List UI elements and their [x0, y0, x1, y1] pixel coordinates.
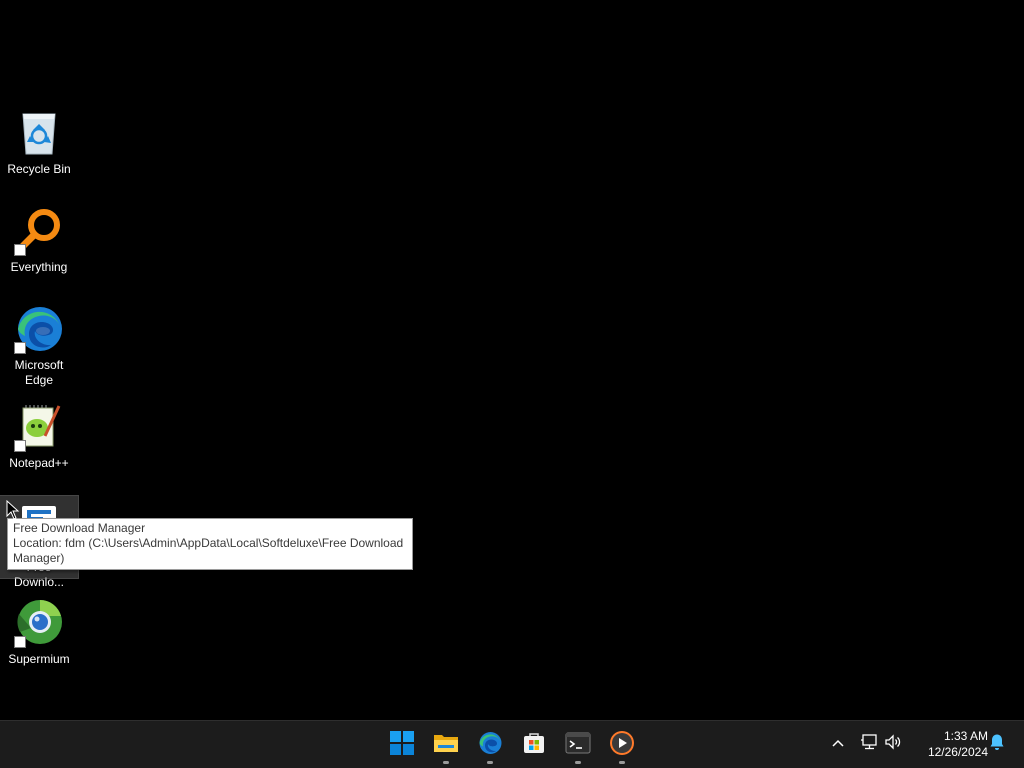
tooltip-location: Location: fdm (C:\Users\Admin\AppData\Lo…: [13, 536, 404, 565]
desktop-icon-notepad-plus-plus[interactable]: Notepad++: [0, 398, 78, 471]
desktop-icon-label: Supermium: [8, 652, 70, 666]
desktop-icon-label: Notepad++: [9, 456, 69, 470]
terminal-icon: [565, 732, 591, 759]
desktop-icon-microsoft-edge[interactable]: Microsoft Edge: [0, 300, 78, 388]
shortcut-arrow-icon: [14, 636, 26, 648]
volume-button[interactable]: [882, 733, 904, 755]
file-explorer-icon: [433, 732, 459, 759]
store-icon: [522, 731, 546, 760]
chevron-up-icon: [831, 735, 845, 753]
notepad-plus-plus-icon: [13, 402, 65, 452]
taskbar-store-button[interactable]: [514, 726, 554, 764]
edge-icon: [13, 304, 65, 354]
icon-tooltip: Free Download Manager Location: fdm (C:\…: [7, 518, 413, 570]
running-indicator: [575, 761, 581, 764]
desktop-icon-label: Microsoft Edge: [14, 358, 64, 387]
recycle-bin-icon: [13, 108, 65, 158]
running-indicator: [487, 761, 493, 764]
shortcut-arrow-icon: [14, 342, 26, 354]
running-indicator: [443, 761, 449, 764]
desktop-icon-label: Everything: [10, 260, 68, 274]
network-icon: [860, 733, 878, 755]
taskbar-media-player-button[interactable]: [602, 726, 642, 764]
taskbar-start-button[interactable]: [382, 726, 422, 764]
clock-date: 12/26/2024: [927, 745, 988, 759]
bell-icon: [989, 733, 1005, 756]
supermium-icon: [13, 598, 65, 648]
taskbar-edge-button[interactable]: [470, 726, 510, 764]
desktop-icon-everything[interactable]: Everything: [0, 202, 78, 275]
taskbar-clock[interactable]: 1:33 AM 12/26/2024: [912, 728, 988, 760]
desktop-icon-supermium[interactable]: Supermium: [0, 594, 78, 667]
taskbar-file-explorer-button[interactable]: [426, 726, 466, 764]
windows-start-icon: [390, 730, 414, 760]
desktop-icon-label: Recycle Bin: [7, 162, 71, 176]
mouse-cursor-icon: [6, 499, 20, 525]
desktop[interactable]: Recycle Bin Everything Microsoft Edge No…: [0, 0, 1024, 720]
network-status-button[interactable]: [858, 733, 880, 755]
shortcut-arrow-icon: [14, 244, 26, 256]
show-hidden-icons-button[interactable]: [827, 733, 849, 755]
shortcut-arrow-icon: [14, 440, 26, 452]
volume-icon: [884, 733, 902, 755]
media-player-icon: [609, 730, 635, 761]
desktop-icon-recycle-bin[interactable]: Recycle Bin: [0, 104, 78, 177]
edge-icon: [477, 730, 503, 761]
tooltip-title: Free Download Manager: [13, 521, 146, 535]
running-indicator: [619, 761, 625, 764]
taskbar-terminal-button[interactable]: [558, 726, 598, 764]
notifications-button[interactable]: [986, 733, 1008, 755]
clock-time: 1:33 AM: [943, 729, 988, 743]
taskbar: 1:33 AM 12/26/2024: [0, 720, 1024, 768]
everything-search-icon: [13, 206, 65, 256]
